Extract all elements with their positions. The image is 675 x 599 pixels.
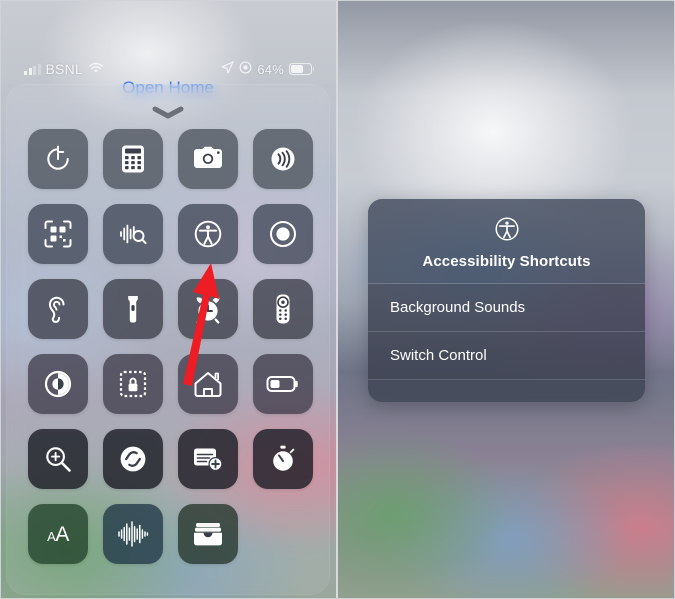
dialog-option-partial[interactable] xyxy=(368,380,645,402)
carrier-label: BSNL xyxy=(45,61,83,77)
tv-remote-icon xyxy=(274,293,292,325)
magnifier-plus-icon xyxy=(43,444,73,474)
flashlight-icon xyxy=(124,294,142,324)
stopwatch-icon xyxy=(269,444,297,474)
home-icon xyxy=(192,369,224,399)
control-tile-calculator[interactable] xyxy=(103,129,163,189)
control-tile-hearing[interactable] xyxy=(28,279,88,339)
calculator-icon xyxy=(120,144,146,174)
contrast-circle-icon xyxy=(43,369,73,399)
control-tile-sound-recognition[interactable] xyxy=(103,204,163,264)
text-size-icon: AA xyxy=(47,522,69,546)
control-tile-home[interactable] xyxy=(178,354,238,414)
note-plus-icon xyxy=(192,445,224,473)
focus-mode-icon xyxy=(239,61,252,77)
accessibility-shortcuts-dialog: Accessibility Shortcuts Background Sound… xyxy=(368,199,645,402)
ear-hearing-icon xyxy=(44,294,72,324)
waveform-icon xyxy=(117,519,149,549)
control-tile-code-scanner[interactable] xyxy=(28,204,88,264)
control-tile-alarm[interactable] xyxy=(178,279,238,339)
accessibility-icon xyxy=(192,218,224,250)
dialog-option-switch-control[interactable]: Switch Control xyxy=(368,332,645,380)
control-tile-apple-tv-remote[interactable] xyxy=(253,279,313,339)
battery-percent-label: 64% xyxy=(257,61,284,77)
shazam-icon xyxy=(118,444,148,474)
control-tile-quick-note[interactable] xyxy=(178,429,238,489)
control-tile-nfc-tag-reader[interactable] xyxy=(253,129,313,189)
control-tile-guided-access[interactable] xyxy=(103,354,163,414)
control-tile-stopwatch[interactable] xyxy=(253,429,313,489)
control-tile-camera[interactable] xyxy=(178,129,238,189)
control-tile-flashlight[interactable] xyxy=(103,279,163,339)
lock-dashed-icon xyxy=(118,369,148,399)
dialog-header: Accessibility Shortcuts xyxy=(368,199,645,284)
control-tile-accessibility-shortcuts[interactable] xyxy=(178,204,238,264)
camera-icon xyxy=(192,146,224,172)
screen-record-icon xyxy=(268,219,298,249)
control-tile-voice-memos[interactable] xyxy=(103,504,163,564)
control-tile-low-power-mode[interactable] xyxy=(253,354,313,414)
controls-grid: AA xyxy=(28,129,322,564)
cellular-bars-icon xyxy=(24,63,41,75)
left-panel-control-center: BSNL 64% Open Home AA xyxy=(0,0,338,599)
status-bar: BSNL 64% xyxy=(0,58,336,80)
contactless-waves-icon xyxy=(268,144,298,174)
control-tile-music-recognition[interactable] xyxy=(103,429,163,489)
screenshot-root: BSNL 64% Open Home AA Accessibility Shor… xyxy=(0,0,675,599)
battery-half-icon xyxy=(266,374,300,394)
chevron-down-icon[interactable] xyxy=(6,105,330,124)
right-panel-accessibility-dialog: Accessibility Shortcuts Background Sound… xyxy=(338,0,675,599)
wifi-icon xyxy=(88,62,104,77)
battery-icon xyxy=(289,63,315,75)
control-tile-timer[interactable] xyxy=(28,129,88,189)
wallet-icon xyxy=(193,521,223,547)
timer-icon xyxy=(43,144,73,174)
control-tile-screen-recording[interactable] xyxy=(253,204,313,264)
control-tile-magnifier[interactable] xyxy=(28,429,88,489)
control-tile-text-size[interactable]: AA xyxy=(28,504,88,564)
dialog-option-background-sounds[interactable]: Background Sounds xyxy=(368,284,645,332)
sound-recognition-icon xyxy=(118,219,148,249)
control-center-sheet: AA xyxy=(6,84,330,595)
dialog-title: Accessibility Shortcuts xyxy=(422,253,591,270)
location-arrow-icon xyxy=(221,61,235,77)
accessibility-icon xyxy=(493,215,521,243)
control-tile-wallet[interactable] xyxy=(178,504,238,564)
alarm-clock-icon xyxy=(192,294,224,324)
qr-code-scanner-icon xyxy=(43,219,73,249)
control-tile-dark-mode[interactable] xyxy=(28,354,88,414)
